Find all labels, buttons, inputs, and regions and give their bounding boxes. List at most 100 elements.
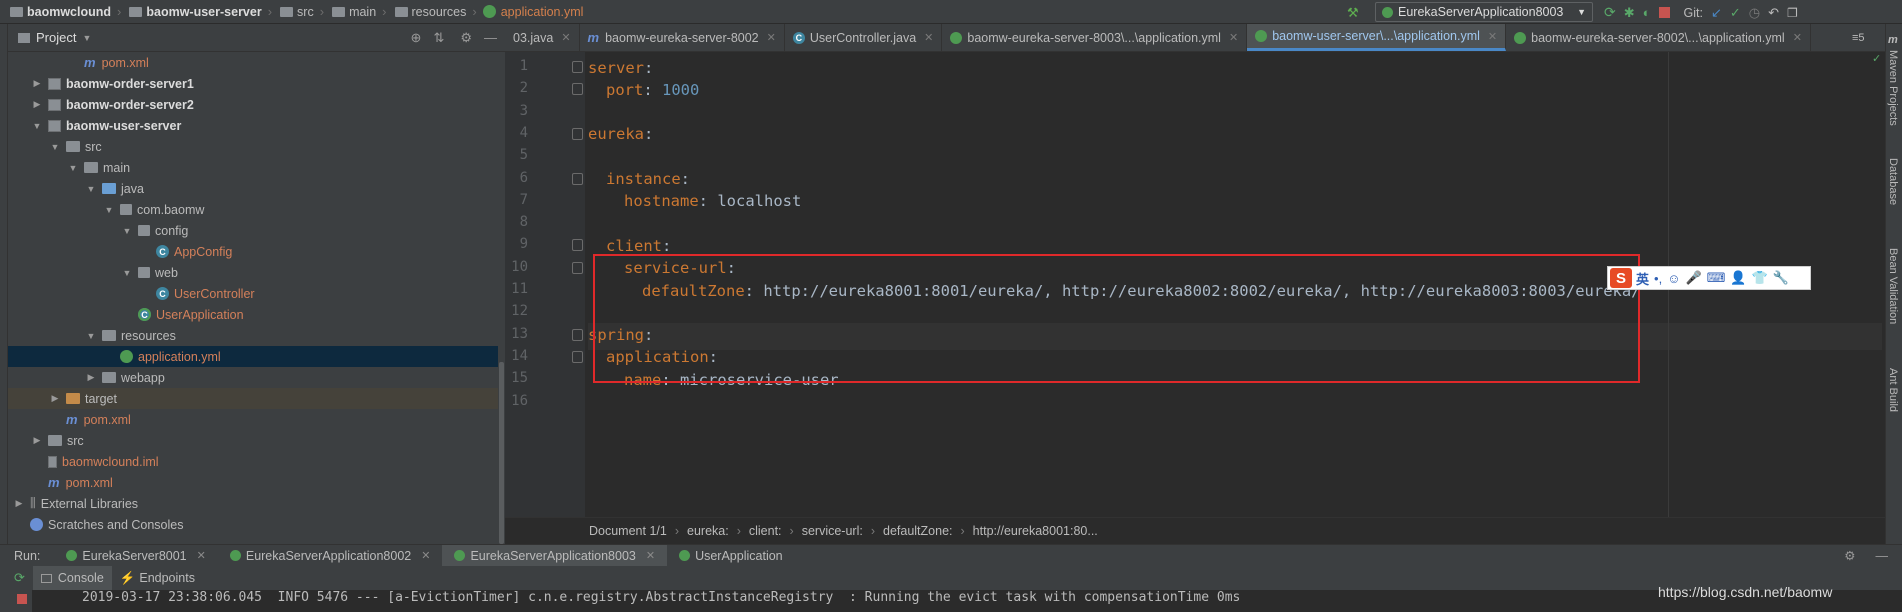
git-revert-icon[interactable]: ↶: [1768, 5, 1779, 21]
tree-scrollbar-thumb[interactable]: [499, 362, 504, 544]
git-commit-icon[interactable]: ✓: [1730, 5, 1741, 21]
build-hammer-icon[interactable]: ⚒: [1347, 5, 1359, 21]
emoji-icon[interactable]: ☺: [1667, 271, 1680, 286]
run-tab[interactable]: EurekaServerApplication8002 ✕: [218, 545, 443, 567]
tree-item[interactable]: ▶ baomw-order-server1: [8, 73, 498, 94]
punctuation-icon[interactable]: •,: [1654, 271, 1662, 286]
tree-item[interactable]: ▼ baomw-user-server: [8, 115, 498, 136]
console-tab[interactable]: Console: [32, 566, 112, 590]
expanded-arrow-icon[interactable]: ▼: [104, 205, 114, 215]
expanded-arrow-icon[interactable]: ▼: [86, 184, 96, 194]
close-icon[interactable]: ✕: [197, 549, 206, 562]
ime-language-label[interactable]: 英: [1636, 269, 1649, 288]
collapsed-arrow-icon[interactable]: ▶: [32, 78, 42, 89]
git-update-icon[interactable]: ↙: [1711, 5, 1722, 21]
tree-item[interactable]: ▼ src: [8, 136, 498, 157]
tree-item[interactable]: ▼ config: [8, 220, 498, 241]
breadcrumb-module[interactable]: baomw-user-server: [123, 5, 262, 19]
gear-icon[interactable]: ⚙: [1844, 548, 1855, 563]
fold-marker-icon[interactable]: [572, 83, 583, 96]
tree-item[interactable]: m pom.xml: [8, 52, 498, 73]
console-output[interactable]: 2019-03-17 23:38:06.045 INFO 5476 --- [a…: [32, 590, 1902, 612]
breadcrumb-file[interactable]: application.yml: [479, 5, 583, 19]
close-icon[interactable]: ✕: [421, 549, 430, 562]
tree-item[interactable]: ▶ src: [8, 430, 498, 451]
wrench-icon[interactable]: 🔧: [1773, 270, 1789, 286]
breadcrumb-src[interactable]: src: [274, 5, 314, 19]
fold-marker-icon[interactable]: [572, 239, 583, 252]
hide-panel-icon[interactable]: —: [1876, 549, 1889, 563]
collapsed-arrow-icon[interactable]: ▶: [32, 435, 42, 446]
tree-item[interactable]: ▶ ⫼ External Libraries: [8, 493, 498, 514]
breadcrumb-defaultzone[interactable]: defaultZone:: [883, 524, 953, 538]
run-tab[interactable]: EurekaServer8001 ✕: [54, 545, 217, 567]
run-configuration-select[interactable]: EurekaServerApplication8003 ▼: [1375, 2, 1593, 22]
bean-validation-tool[interactable]: Bean Validation: [1887, 248, 1899, 324]
breadcrumb-service-url[interactable]: service-url:: [802, 524, 863, 538]
git-history-icon[interactable]: ◷: [1749, 5, 1760, 21]
fold-marker-icon[interactable]: [572, 328, 583, 341]
microphone-icon[interactable]: 🎤: [1685, 270, 1701, 286]
tree-item[interactable]: m pom.xml: [8, 409, 498, 430]
editor-tab[interactable]: baomw-eureka-server-8003\...\application…: [942, 24, 1248, 51]
hide-panel-icon[interactable]: —: [484, 30, 497, 45]
run-tab[interactable]: EurekaServerApplication8003 ✕: [442, 544, 668, 567]
user-icon[interactable]: 👤: [1730, 270, 1746, 286]
locate-icon[interactable]: ⊕: [411, 30, 422, 46]
breadcrumb-project[interactable]: baomwclound: [4, 5, 111, 19]
tree-item[interactable]: application.yml: [8, 346, 498, 367]
breadcrumb-resources[interactable]: resources: [389, 5, 466, 19]
tree-item[interactable]: C AppConfig: [8, 241, 498, 262]
editor-tab[interactable]: 03.java ✕: [505, 24, 580, 51]
skin-icon[interactable]: 👕: [1752, 270, 1768, 286]
tree-item[interactable]: ▼ com.baomw: [8, 199, 498, 220]
fold-marker-icon[interactable]: [572, 350, 583, 363]
tree-item[interactable]: Scratches and Consoles: [8, 514, 498, 535]
close-icon[interactable]: ✕: [561, 31, 570, 44]
database-tool[interactable]: Database: [1887, 158, 1899, 205]
document-indicator[interactable]: Document 1/1: [589, 524, 667, 538]
fold-marker-icon[interactable]: [572, 172, 583, 185]
breadcrumb-eureka[interactable]: eureka:: [687, 524, 729, 538]
tree-item[interactable]: baomwclound.iml: [8, 451, 498, 472]
debug-icon[interactable]: ✱: [1624, 5, 1635, 21]
tree-item[interactable]: ▼ main: [8, 157, 498, 178]
fold-marker-icon[interactable]: [572, 127, 583, 140]
tree-item[interactable]: ▶ webapp: [8, 367, 498, 388]
close-icon[interactable]: ✕: [646, 549, 655, 562]
run-tab[interactable]: UserApplication: [667, 545, 795, 567]
gear-icon[interactable]: ⚙: [460, 30, 472, 46]
collapse-icon[interactable]: ⇅: [433, 30, 444, 46]
tree-item[interactable]: ▶ baomw-order-server2: [8, 94, 498, 115]
expanded-arrow-icon[interactable]: ▼: [68, 163, 78, 173]
collapsed-arrow-icon[interactable]: ▶: [86, 372, 96, 383]
tree-item[interactable]: m pom.xml: [8, 472, 498, 493]
tree-item[interactable]: C UserController: [8, 283, 498, 304]
expanded-arrow-icon[interactable]: ▼: [50, 142, 60, 152]
close-icon[interactable]: ✕: [1793, 31, 1802, 44]
fold-marker-icon[interactable]: [572, 61, 583, 73]
close-icon[interactable]: ✕: [1488, 30, 1497, 43]
tree-item[interactable]: C UserApplication: [8, 304, 498, 325]
editor-tab[interactable]: baomw-user-server\...\application.yml ✕: [1247, 24, 1507, 51]
tree-item[interactable]: ▼ resources: [8, 325, 498, 346]
stop-icon[interactable]: [1658, 7, 1670, 18]
editor-tab[interactable]: baomw-eureka-server-8002\...\application…: [1506, 24, 1811, 51]
breadcrumb-main[interactable]: main: [326, 5, 376, 19]
rerun-icon[interactable]: ⟳: [14, 570, 25, 586]
ant-build-tool[interactable]: Ant Build: [1887, 368, 1899, 412]
tabs-overflow-button[interactable]: ≡5: [1852, 32, 1865, 44]
project-panel-title[interactable]: Project: [36, 30, 76, 45]
tree-item[interactable]: ▼ java: [8, 178, 498, 199]
fold-marker-icon[interactable]: [572, 261, 583, 274]
breadcrumb-client[interactable]: client:: [749, 524, 782, 538]
keyboard-icon[interactable]: ⌨: [1707, 270, 1726, 286]
maven-projects-tool[interactable]: Maven Projects: [1887, 50, 1899, 126]
close-icon[interactable]: ✕: [1229, 31, 1238, 44]
expanded-arrow-icon[interactable]: ▼: [32, 121, 42, 131]
expanded-arrow-icon[interactable]: ▼: [122, 268, 132, 278]
restore-window-icon[interactable]: ❐: [1787, 6, 1798, 20]
editor-tab[interactable]: m baomw-eureka-server-8002 ✕: [580, 24, 785, 51]
rerun-icon[interactable]: ⟳: [1604, 4, 1616, 21]
collapsed-arrow-icon[interactable]: ▶: [14, 498, 24, 509]
